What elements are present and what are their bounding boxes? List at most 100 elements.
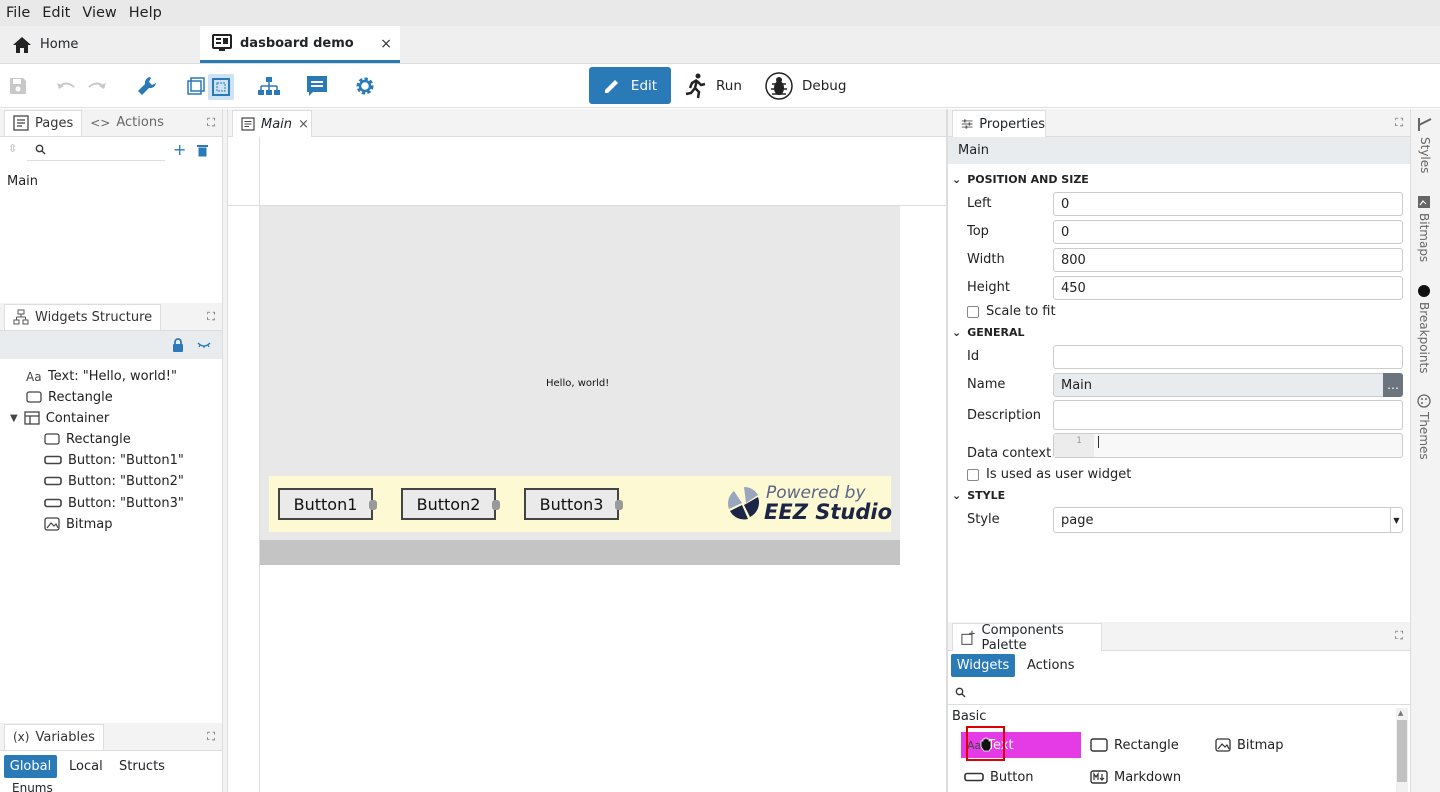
widgets-toolbar <box>0 331 222 359</box>
eez-studio-text: EEZ Studio <box>764 500 892 524</box>
palette-item-label: Markdown <box>1114 769 1182 785</box>
canvas-button-2[interactable]: Button2 <box>401 488 500 520</box>
maximize-icon[interactable]: ⛶ <box>207 730 215 744</box>
palette-tab-widgets[interactable]: Widgets <box>951 654 1015 677</box>
tab-structs[interactable]: Structs <box>119 759 165 774</box>
name-input[interactable]: Main … <box>1053 373 1403 397</box>
redo-icon[interactable] <box>85 74 109 98</box>
settings-gear-icon[interactable] <box>353 74 377 98</box>
sort-icon[interactable]: ⇳ <box>8 142 17 155</box>
tab-pages[interactable]: Pages <box>4 109 83 136</box>
hierarchy-icon[interactable] <box>257 74 281 98</box>
tab-widgets-structure[interactable]: Widgets Structure <box>4 303 162 330</box>
tab-enums[interactable]: Enums <box>12 781 53 792</box>
chevron-down-icon[interactable]: ▼ <box>10 413 18 424</box>
top-input[interactable]: 0 <box>1053 220 1403 244</box>
side-tab-styles[interactable]: Styles <box>1417 117 1433 173</box>
user-widget-checkbox[interactable] <box>967 469 979 481</box>
edit-mode-button[interactable]: Edit <box>589 67 671 104</box>
scale-to-fit-checkbox[interactable] <box>967 306 979 318</box>
eye-hidden-icon[interactable] <box>197 341 211 349</box>
pages-search-input[interactable] <box>27 139 165 161</box>
maximize-icon[interactable]: ⛶ <box>207 310 215 324</box>
tab-variables[interactable]: (x) Variables <box>4 723 104 750</box>
id-input[interactable] <box>1053 345 1403 369</box>
wrench-icon[interactable] <box>135 74 159 98</box>
side-tab-themes[interactable]: Themes <box>1417 394 1431 460</box>
port-handle[interactable] <box>492 500 500 510</box>
comment-icon[interactable] <box>305 74 329 98</box>
save-icon[interactable] <box>6 74 30 98</box>
frame-toggle-icon[interactable] <box>208 74 234 100</box>
lock-icon[interactable] <box>172 338 184 352</box>
close-icon[interactable]: × <box>298 117 309 132</box>
tree-item-button2[interactable]: Button: "Button2" <box>44 471 184 491</box>
tab-global[interactable]: Global <box>4 755 57 778</box>
data-context-editor[interactable]: 1 <box>1053 433 1403 458</box>
tree-item-button3[interactable]: Button: "Button3" <box>44 493 184 513</box>
name-more-button[interactable]: … <box>1383 373 1403 397</box>
palette-item-markdown[interactable]: Markdown <box>1090 764 1181 790</box>
tree-item-rectangle[interactable]: Rectangle <box>26 387 113 407</box>
page-item-main[interactable]: Main <box>7 171 38 191</box>
height-input[interactable]: 450 <box>1053 276 1403 300</box>
canvas-button-1[interactable]: Button1 <box>278 488 377 520</box>
add-page-icon[interactable]: + <box>173 140 186 159</box>
home-icon <box>13 36 31 53</box>
tree-item-rectangle-child[interactable]: Rectangle <box>44 429 131 449</box>
menu-help[interactable]: Help <box>123 5 168 21</box>
width-input[interactable]: 800 <box>1053 248 1403 272</box>
side-tab-breakpoints[interactable]: Breakpoints <box>1417 284 1431 373</box>
palette-tab-actions[interactable]: Actions <box>1027 654 1075 677</box>
section-general[interactable]: ⌄ GENERAL <box>952 326 1024 339</box>
run-mode-button[interactable]: Run <box>684 67 742 104</box>
tree-item-button1[interactable]: Button: "Button1" <box>44 450 184 470</box>
side-tab-bitmaps[interactable]: Bitmaps <box>1417 195 1431 262</box>
tab-components-palette[interactable]: Components Palette <box>952 623 1102 653</box>
tab-home[interactable]: Home <box>0 26 200 63</box>
tab-properties[interactable]: Properties <box>952 110 1046 137</box>
palette-item-button[interactable]: Button <box>964 764 1034 790</box>
select-frame-icon[interactable] <box>184 74 208 98</box>
name-label: Name <box>967 377 1006 392</box>
canvas-button-3[interactable]: Button3 <box>524 488 623 520</box>
style-select[interactable]: page ▼ <box>1053 507 1403 533</box>
tree-item-bitmap[interactable]: Bitmap <box>44 514 113 534</box>
description-input[interactable] <box>1053 400 1403 430</box>
palette-search-input[interactable] <box>948 681 1410 705</box>
menu-edit[interactable]: Edit <box>36 5 76 21</box>
section-position-size[interactable]: ⌄ POSITION AND SIZE <box>952 173 1089 186</box>
run-label: Run <box>716 77 742 94</box>
scroll-up-icon[interactable]: ▲ <box>1398 709 1403 717</box>
undo-icon[interactable] <box>54 74 78 98</box>
port-handle[interactable] <box>615 500 623 510</box>
variable-icon: (x) <box>13 730 30 744</box>
palette-item-bitmap[interactable]: Bitmap <box>1215 732 1284 758</box>
maximize-icon[interactable]: ⛶ <box>207 116 215 130</box>
port-handle[interactable] <box>369 500 377 510</box>
palette-scroll-thumb[interactable] <box>1397 720 1407 782</box>
hello-world-text[interactable]: Hello, world! <box>546 378 609 389</box>
maximize-icon[interactable]: ⛶ <box>1395 629 1403 643</box>
tree-item-text[interactable]: Aa Text: "Hello, world!" <box>26 366 177 386</box>
bottom-rectangle-widget[interactable] <box>260 540 900 565</box>
palette-item-rectangle[interactable]: Rectangle <box>1090 732 1179 758</box>
tree-item-container[interactable]: ▼ Container <box>10 408 109 428</box>
tab-actions[interactable]: <> Actions <box>82 110 172 136</box>
tab-global-label: Global <box>9 759 52 774</box>
menu-file[interactable]: File <box>0 5 36 21</box>
tab-project[interactable]: dasboard demo × <box>200 26 400 63</box>
eez-logo-bitmap[interactable]: Powered by EEZ Studio <box>724 483 892 525</box>
markdown-icon <box>1090 770 1108 784</box>
maximize-icon[interactable]: ⛶ <box>1395 116 1403 130</box>
close-icon[interactable]: × <box>380 36 392 52</box>
tab-local[interactable]: Local <box>69 759 103 774</box>
section-style[interactable]: ⌄ STYLE <box>952 489 1005 502</box>
debug-mode-button[interactable]: Debug <box>764 67 846 104</box>
tab-main-label: Main <box>261 116 293 132</box>
left-input[interactable]: 0 <box>1053 192 1403 216</box>
tab-main-page[interactable]: Main × <box>232 110 312 137</box>
menu-view[interactable]: View <box>76 5 122 21</box>
delete-page-icon[interactable] <box>197 144 208 157</box>
chevron-down-icon[interactable]: ▼ <box>1390 508 1402 532</box>
